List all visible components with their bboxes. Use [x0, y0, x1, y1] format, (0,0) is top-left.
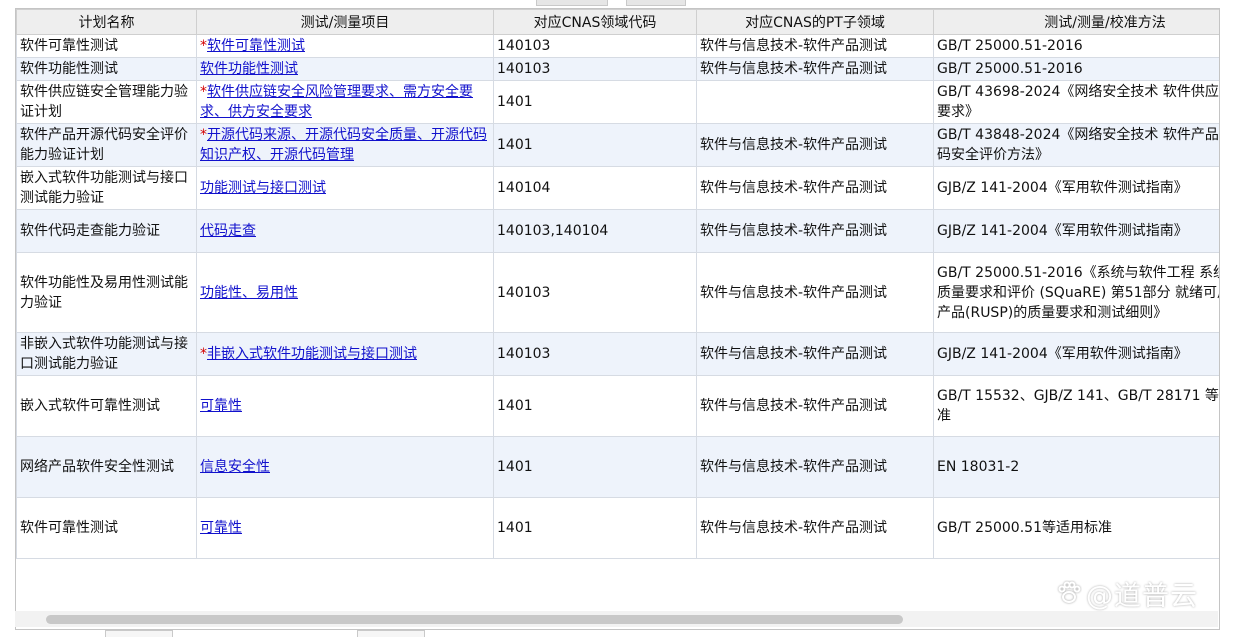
cell-pt-subfield: 软件与信息技术-软件产品测试	[696, 252, 934, 333]
pt-plan-table: 计划名称 测试/测量项目 对应CNAS领域代码 对应CNAS的PT子领域 测试/…	[16, 9, 1219, 559]
horizontal-scrollbar[interactable]	[15, 611, 1218, 627]
cell-plan-name: 嵌入式软件功能测试与接口测试能力验证	[16, 166, 197, 210]
cell-pt-subfield: 软件与信息技术-软件产品测试	[696, 436, 934, 498]
cell-test-item: *软件供应链安全风险管理要求、需方安全要求、供方安全要求	[196, 80, 494, 124]
cell-pt-subfield: 软件与信息技术-软件产品测试	[696, 34, 934, 58]
cell-plan-name: 软件功能性测试	[16, 57, 197, 81]
cell-pt-subfield: 软件与信息技术-软件产品测试	[696, 209, 934, 253]
cell-pt-subfield: 软件与信息技术-软件产品测试	[696, 57, 934, 81]
table-row: 软件功能性及易用性测试能力验证 功能性、易用性 140103 软件与信息技术-软件产品…	[16, 252, 1219, 333]
cell-cnas-code: 1401	[493, 80, 697, 124]
test-item-link[interactable]: 软件供应链安全风险管理要求、需方安全要求、供方安全要求	[200, 84, 473, 120]
test-item-link[interactable]: 代码走查	[200, 223, 256, 239]
watermark-text: @道普云	[1086, 580, 1198, 612]
test-item-link[interactable]: 信息安全性	[200, 459, 270, 475]
cell-test-method: GB/T 25000.51-2016	[933, 57, 1219, 81]
test-item-link[interactable]: 功能测试与接口测试	[200, 180, 326, 196]
table-row: 软件供应链安全管理能力验证计划 *软件供应链安全风险管理要求、需方安全要求、供方安…	[16, 80, 1219, 124]
cell-cnas-code: 1401	[493, 123, 697, 167]
cell-test-method: EN 18031-2	[933, 436, 1219, 498]
cell-test-item: 可靠性	[196, 375, 494, 437]
pt-plan-table-frame: 计划名称 测试/测量项目 对应CNAS领域代码 对应CNAS的PT子领域 测试/…	[15, 8, 1220, 630]
cell-plan-name: 软件功能性及易用性测试能力验证	[16, 252, 197, 333]
cell-test-method: GJB/Z 141-2004《军用软件测试指南》	[933, 332, 1219, 376]
cell-test-item: 可靠性	[196, 497, 494, 559]
cell-test-item: 软件功能性测试	[196, 57, 494, 81]
cell-test-item: *开源代码来源、开源代码安全质量、开源代码知识产权、开源代码管理	[196, 123, 494, 167]
table-row: 嵌入式软件功能测试与接口测试能力验证 功能测试与接口测试 140104 软件与信息技术…	[16, 166, 1219, 210]
cell-test-method: GB/T 25000.51-2016《系统与软件工程 系统与软件质量要求和评价 …	[933, 252, 1219, 333]
table-row: 网络产品软件安全性测试 信息安全性 1401 软件与信息技术-软件产品测试 EN 180…	[16, 436, 1219, 498]
test-item-link[interactable]: 软件可靠性测试	[207, 38, 305, 54]
table-row: 软件代码走查能力验证 代码走查 140103,140104 软件与信息技术-软件产品测…	[16, 209, 1219, 253]
header-plan-name[interactable]: 计划名称	[16, 9, 197, 35]
cell-cnas-code: 140103,140104	[493, 209, 697, 253]
cell-cnas-code: 140103	[493, 57, 697, 81]
table-row: 嵌入式软件可靠性测试 可靠性 1401 软件与信息技术-软件产品测试 GB/T 1553…	[16, 375, 1219, 437]
cell-test-method: GJB/Z 141-2004《军用软件测试指南》	[933, 166, 1219, 210]
required-marker: *	[200, 84, 207, 100]
cell-plan-name: 软件供应链安全管理能力验证计划	[16, 80, 197, 124]
table-row: 软件可靠性测试 *软件可靠性测试 140103 软件与信息技术-软件产品测试 GB/T …	[16, 34, 1219, 58]
cell-pt-subfield: 软件与信息技术-软件产品测试	[696, 497, 934, 559]
cell-test-item: 代码走查	[196, 209, 494, 253]
cell-test-item: 功能测试与接口测试	[196, 166, 494, 210]
cell-cnas-code: 1401	[493, 375, 697, 437]
cell-pt-subfield: 软件与信息技术-软件产品测试	[696, 166, 934, 210]
table-row: 软件功能性测试 软件功能性测试 140103 软件与信息技术-软件产品测试 GB/T 2…	[16, 57, 1219, 81]
horizontal-scrollbar-thumb[interactable]	[46, 615, 903, 624]
header-test-method[interactable]: 测试/测量/校准方法	[933, 9, 1219, 35]
cell-cnas-code: 140103	[493, 34, 697, 58]
cell-plan-name: 软件可靠性测试	[16, 497, 197, 559]
header-cnas-code[interactable]: 对应CNAS领域代码	[493, 9, 697, 35]
test-item-link[interactable]: 开源代码来源、开源代码安全质量、开源代码知识产权、开源代码管理	[200, 127, 487, 163]
test-item-link[interactable]: 可靠性	[200, 520, 242, 536]
cell-pt-subfield: 软件与信息技术-软件产品测试	[696, 375, 934, 437]
cell-cnas-code: 1401	[493, 497, 697, 559]
cell-pt-subfield: 软件与信息技术-软件产品测试	[696, 123, 934, 167]
cell-plan-name: 非嵌入式软件功能测试与接口测试能力验证	[16, 332, 197, 376]
cell-cnas-code: 1401	[493, 436, 697, 498]
table-row: 软件可靠性测试 可靠性 1401 软件与信息技术-软件产品测试 GB/T 25000.5…	[16, 497, 1219, 559]
cell-test-item: *非嵌入式软件功能测试与接口测试	[196, 332, 494, 376]
cell-plan-name: 软件产品开源代码安全评价能力验证计划	[16, 123, 197, 167]
cell-plan-name: 网络产品软件安全性测试	[16, 436, 197, 498]
test-item-link[interactable]: 软件功能性测试	[200, 61, 298, 77]
test-item-link[interactable]: 功能性、易用性	[200, 285, 298, 301]
cell-test-method: GB/T 25000.51等适用标准	[933, 497, 1219, 559]
required-marker: *	[200, 346, 207, 362]
cell-test-item: 功能性、易用性	[196, 252, 494, 333]
paw-logo-icon	[1058, 581, 1081, 603]
header-pt-subfield[interactable]: 对应CNAS的PT子领域	[696, 9, 934, 35]
cell-test-item: 信息安全性	[196, 436, 494, 498]
cell-test-method: GJB/Z 141-2004《军用软件测试指南》	[933, 209, 1219, 253]
header-test-item[interactable]: 测试/测量项目	[196, 9, 494, 35]
cell-plan-name: 软件代码走查能力验证	[16, 209, 197, 253]
cell-test-method: GB/T 25000.51-2016	[933, 34, 1219, 58]
cell-cnas-code: 140104	[493, 166, 697, 210]
table-row: 非嵌入式软件功能测试与接口测试能力验证 *非嵌入式软件功能测试与接口测试 14010…	[16, 332, 1219, 376]
cell-plan-name: 软件可靠性测试	[16, 34, 197, 58]
cell-test-method: GB/T 15532、GJB/Z 141、GB/T 28171 等适用标准	[933, 375, 1219, 437]
watermark: @道普云	[1056, 574, 1198, 612]
cell-cnas-code: 140103	[493, 252, 697, 333]
cell-test-method: GB/T 43698-2024《网络安全技术 软件供应链安全要求》	[933, 80, 1219, 124]
test-item-link[interactable]: 可靠性	[200, 398, 242, 414]
required-marker: *	[200, 127, 207, 143]
table-header-row: 计划名称 测试/测量项目 对应CNAS领域代码 对应CNAS的PT子领域 测试/…	[16, 9, 1219, 35]
test-item-link[interactable]: 非嵌入式软件功能测试与接口测试	[207, 346, 417, 362]
table-row: 软件产品开源代码安全评价能力验证计划 *开源代码来源、开源代码安全质量、开源代码知…	[16, 123, 1219, 167]
top-control-stub-right	[626, 0, 686, 6]
cell-pt-subfield: 软件与信息技术-软件产品测试	[696, 332, 934, 376]
cell-cnas-code: 140103	[493, 332, 697, 376]
cell-test-method: GB/T 43848-2024《网络安全技术 软件产品开源代码安全评价方法》	[933, 123, 1219, 167]
top-control-stub-left	[536, 0, 608, 6]
cell-test-item: *软件可靠性测试	[196, 34, 494, 58]
table-body: 软件可靠性测试 *软件可靠性测试 140103 软件与信息技术-软件产品测试 GB/T …	[16, 34, 1219, 559]
required-marker: *	[200, 38, 207, 54]
cell-pt-subfield	[696, 80, 934, 124]
cell-plan-name: 嵌入式软件可靠性测试	[16, 375, 197, 437]
